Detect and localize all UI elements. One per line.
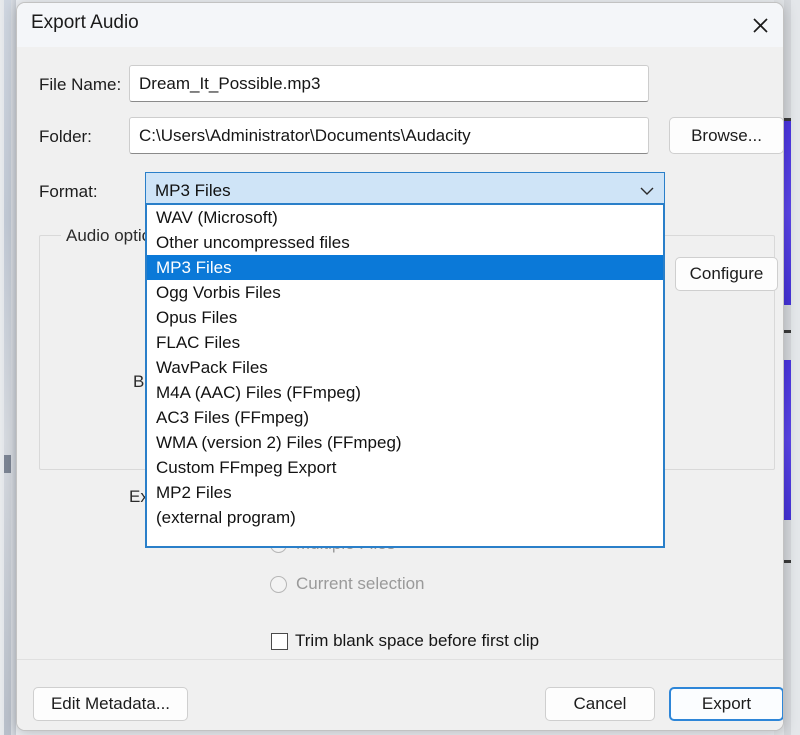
dropdown-item[interactable]: Custom FFmpeg Export xyxy=(147,455,663,480)
export-button[interactable]: Export xyxy=(669,687,784,721)
dropdown-item[interactable]: Ogg Vorbis Files xyxy=(147,280,663,305)
configure-button[interactable]: Configure xyxy=(675,257,778,291)
radio-current-selection[interactable]: Current selection xyxy=(270,574,425,594)
trim-blank-space-label: Trim blank space before first clip xyxy=(295,631,539,651)
browse-button[interactable]: Browse... xyxy=(669,117,784,154)
checkbox-icon xyxy=(271,633,288,650)
background-left-scrollbar-thumb[interactable] xyxy=(4,455,11,473)
dialog-title: Export Audio xyxy=(31,12,139,34)
dialog-titlebar: Export Audio xyxy=(17,3,783,47)
background-waveform-bar-bottom xyxy=(784,360,791,520)
cancel-button[interactable]: Cancel xyxy=(545,687,655,721)
background-waveform-bar-top xyxy=(784,120,791,305)
close-icon[interactable] xyxy=(737,3,783,47)
dropdown-item[interactable]: WMA (version 2) Files (FFmpeg) xyxy=(147,430,663,455)
footer-divider xyxy=(17,659,783,660)
export-audio-dialog: Export Audio File Name: Dream_It_Possibl… xyxy=(16,2,784,731)
dropdown-item[interactable]: Other uncompressed files xyxy=(147,230,663,255)
background-tick-upper xyxy=(784,118,791,121)
radio-current-selection-label: Current selection xyxy=(296,574,425,594)
dropdown-item[interactable]: WavPack Files xyxy=(147,355,663,380)
dropdown-item[interactable]: (external program) xyxy=(147,505,663,530)
dropdown-item[interactable]: MP2 Files xyxy=(147,480,663,505)
format-combobox-value: MP3 Files xyxy=(155,181,231,201)
background-tick-middle xyxy=(784,330,791,333)
background-left-scrollbar[interactable] xyxy=(4,0,11,735)
dropdown-item[interactable]: AC3 Files (FFmpeg) xyxy=(147,405,663,430)
dropdown-item[interactable]: WAV (Microsoft) xyxy=(147,205,663,230)
dropdown-item[interactable]: FLAC Files xyxy=(147,330,663,355)
trim-blank-space-checkbox[interactable]: Trim blank space before first clip xyxy=(271,631,539,651)
file-name-input[interactable]: Dream_It_Possible.mp3 xyxy=(129,65,649,102)
dropdown-item[interactable]: M4A (AAC) Files (FFmpeg) xyxy=(147,380,663,405)
radio-dot-icon xyxy=(270,576,287,593)
folder-label: Folder: xyxy=(39,127,92,147)
format-label: Format: xyxy=(39,182,98,202)
dropdown-item[interactable]: MP3 Files xyxy=(147,255,663,280)
dropdown-item[interactable]: Opus Files xyxy=(147,305,663,330)
bit-rate-label-obscured: B xyxy=(133,372,144,392)
edit-metadata-button[interactable]: Edit Metadata... xyxy=(33,687,188,721)
format-dropdown-list[interactable]: WAV (Microsoft)Other uncompressed filesM… xyxy=(145,203,665,548)
background-tick-lower xyxy=(784,560,791,563)
folder-input[interactable]: C:\Users\Administrator\Documents\Audacit… xyxy=(129,117,649,154)
chevron-down-icon xyxy=(640,181,654,201)
file-name-label: File Name: xyxy=(39,75,121,95)
